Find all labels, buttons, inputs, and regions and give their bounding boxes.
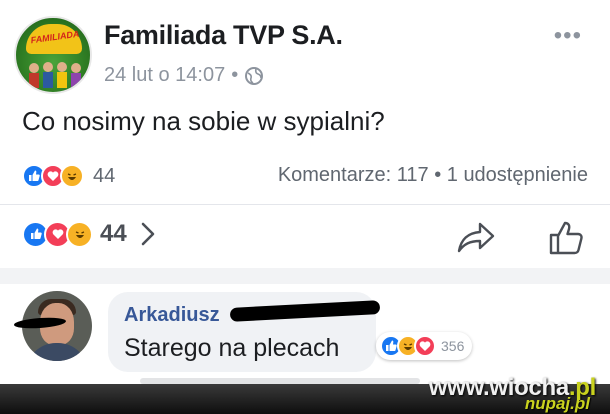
post-date[interactable]: 24 lut o 14:07 xyxy=(104,64,225,87)
share-arrow-icon[interactable] xyxy=(456,220,496,254)
reaction-count: 44 xyxy=(93,164,116,187)
thumbs-up-icon[interactable] xyxy=(548,220,584,256)
post-header: FAMILIADA Familiada TVP S.A. 24 lut o 14… xyxy=(14,12,596,94)
meta-separator: • xyxy=(231,64,239,86)
divider xyxy=(0,204,610,205)
action-reaction-count: 44 xyxy=(100,220,127,247)
redaction-mark xyxy=(229,300,381,322)
globe-icon xyxy=(245,66,264,85)
comments-shares-link[interactable]: Komentarze: 117 • 1 udostępnienie xyxy=(278,164,588,187)
comment-reactions[interactable]: 356 xyxy=(376,332,473,360)
watermark-sub: nupaj.pl xyxy=(524,394,590,413)
haha-icon xyxy=(60,164,84,188)
comment-bubble: Arkadiusz Starego na plecach xyxy=(108,292,381,372)
haha-icon xyxy=(66,220,93,248)
more-horizontal-icon[interactable]: ••• xyxy=(554,22,582,50)
post-meta: 24 lut o 14:07 • xyxy=(104,64,264,87)
reactions-button[interactable]: 44 xyxy=(22,220,157,248)
comment-reaction-count: 356 xyxy=(441,338,465,354)
love-icon xyxy=(414,335,436,357)
reactions-summary[interactable]: 44 xyxy=(22,164,115,188)
action-row: 44 xyxy=(22,220,592,256)
post-text: Co nosimy na sobie w sypialni? xyxy=(22,106,385,136)
comment-text: Starego na plecach xyxy=(124,334,340,362)
page-avatar[interactable]: FAMILIADA xyxy=(14,16,92,94)
page-name-link[interactable]: Familiada TVP S.A. xyxy=(104,20,343,51)
chevron-right-icon[interactable] xyxy=(139,221,157,247)
section-separator xyxy=(0,268,610,284)
comment-author-link[interactable]: Arkadiusz xyxy=(124,304,220,327)
logo-people-graphic xyxy=(29,62,81,88)
